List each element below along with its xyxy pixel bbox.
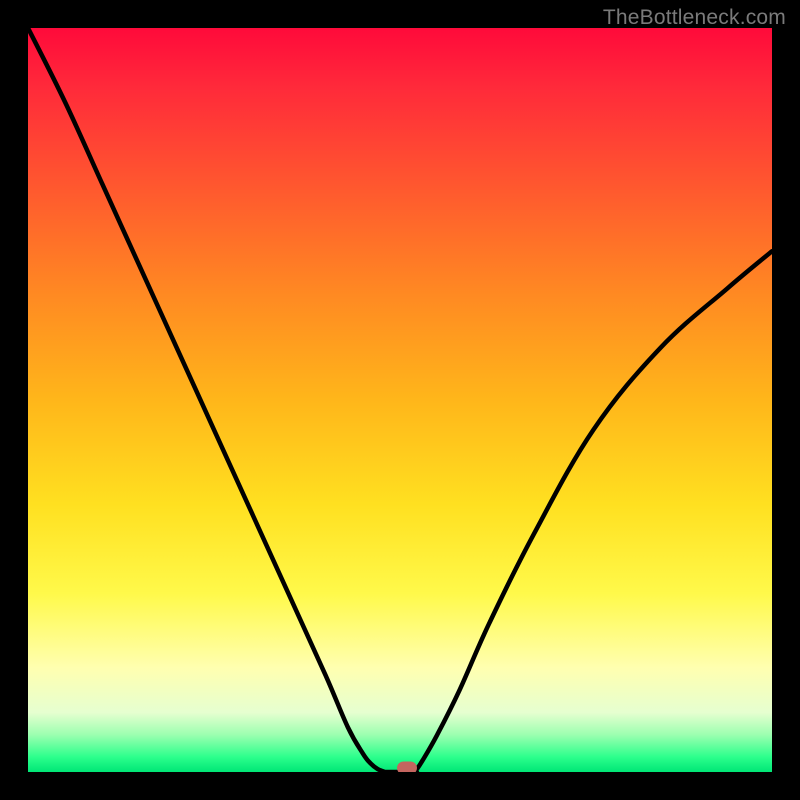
plot-area — [28, 28, 772, 772]
optimal-marker — [397, 762, 417, 772]
watermark-text: TheBottleneck.com — [603, 6, 786, 30]
bottleneck-curve — [28, 28, 772, 772]
chart-frame: TheBottleneck.com — [0, 0, 800, 800]
